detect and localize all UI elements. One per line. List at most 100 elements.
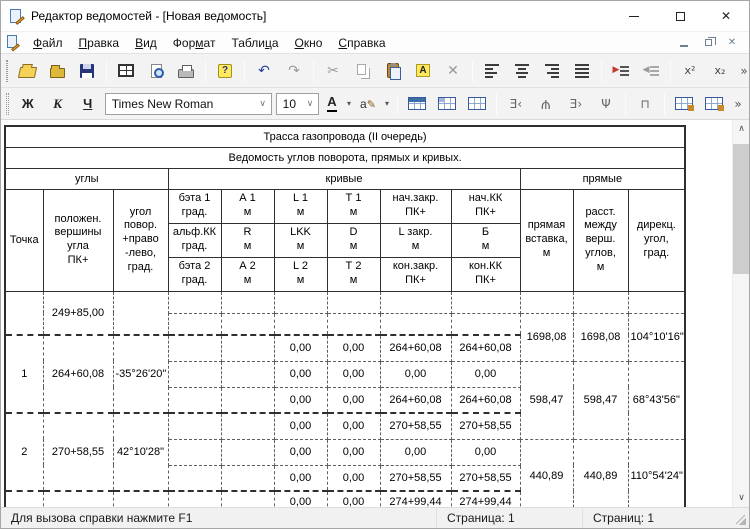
header-cell[interactable]: бэта 1 град. <box>168 189 221 223</box>
cell-point[interactable] <box>5 491 43 507</box>
header-cell[interactable]: А 2 м <box>221 257 274 291</box>
cell-straight-distance[interactable] <box>573 291 628 313</box>
cell-angle[interactable]: -35°26'20" <box>113 335 168 413</box>
cell-angle[interactable] <box>113 491 168 507</box>
align-right-button[interactable] <box>537 58 567 84</box>
undo-button[interactable]: ↶ <box>249 58 279 84</box>
cell-straight-direction[interactable]: 104°10'16" <box>628 313 685 361</box>
data-cell[interactable] <box>221 491 274 507</box>
data-cell[interactable]: 270+58,55 <box>380 465 451 491</box>
header-cell[interactable]: Б м <box>451 223 520 257</box>
header-cell[interactable]: кон.закр. ПК+ <box>380 257 451 291</box>
table-subtitle[interactable]: Ведомость углов поворота, прямых и кривы… <box>5 147 685 168</box>
cell-point[interactable]: 2 <box>5 413 43 491</box>
header-cell[interactable]: нач.КК ПК+ <box>451 189 520 223</box>
mdi-minimize-button[interactable] <box>677 36 691 50</box>
cell-straight-distance[interactable]: 440,89 <box>573 439 628 507</box>
redo-button[interactable]: ↷ <box>279 58 309 84</box>
menu-view[interactable]: Вид <box>127 33 165 53</box>
data-cell[interactable]: 0,00 <box>274 465 327 491</box>
toolbar-drag-handle[interactable] <box>6 60 8 82</box>
header-cell[interactable]: Т 2 м <box>327 257 380 291</box>
cell-angle[interactable] <box>113 291 168 335</box>
font-name-combobox[interactable]: Times New Roman ∨ <box>105 93 272 115</box>
insert-row-below-button[interactable] <box>699 91 729 117</box>
superscript-button[interactable]: x² <box>675 58 705 84</box>
menu-table[interactable]: Таблица <box>223 33 286 53</box>
header-cell[interactable]: L закр. м <box>380 223 451 257</box>
data-cell[interactable]: 270+58,55 <box>451 465 520 491</box>
delete-button[interactable]: ✕ <box>438 58 468 84</box>
vertical-scrollbar[interactable]: ∧ ∨ <box>732 120 749 507</box>
mdi-restore-button[interactable] <box>701 36 715 50</box>
align-justify-button[interactable] <box>567 58 597 84</box>
maximize-button[interactable] <box>657 1 703 31</box>
close-button[interactable]: ✕ <box>703 1 749 31</box>
cell-position[interactable]: 270+58,55 <box>43 413 113 491</box>
menu-format[interactable]: Формат <box>165 33 224 53</box>
data-cell[interactable] <box>327 313 380 335</box>
cell-straight-direction[interactable] <box>628 291 685 313</box>
border-pencil-button[interactable]: a✎ <box>355 91 381 117</box>
data-cell[interactable]: 274+99,44 <box>380 491 451 507</box>
header-cell[interactable]: D м <box>327 223 380 257</box>
data-cell[interactable]: 0,00 <box>274 387 327 413</box>
data-cell[interactable]: 0,00 <box>327 335 380 361</box>
data-cell[interactable] <box>168 439 221 465</box>
header-vertex-distance[interactable]: расст. между верш. углов, м <box>573 189 628 291</box>
data-cell[interactable]: 264+60,08 <box>380 387 451 413</box>
open-template-button[interactable] <box>42 58 72 84</box>
data-cell[interactable]: 274+99,44 <box>451 491 520 507</box>
italic-button[interactable]: К <box>43 91 73 117</box>
open-button[interactable] <box>12 58 42 84</box>
data-cell[interactable]: 270+58,55 <box>451 413 520 439</box>
find-replace-button[interactable]: A <box>408 58 438 84</box>
grid-view-button[interactable] <box>111 58 141 84</box>
data-cell[interactable]: 264+60,08 <box>451 335 520 361</box>
data-cell[interactable]: 0,00 <box>327 465 380 491</box>
data-cell[interactable] <box>221 465 274 491</box>
font-color-dropdown[interactable]: ▾ <box>343 91 355 117</box>
cell-straight-insert[interactable]: 440,89 <box>520 439 573 507</box>
toolbar-drag-handle[interactable] <box>6 93 9 115</box>
data-cell[interactable]: 0,00 <box>274 335 327 361</box>
data-cell[interactable] <box>221 413 274 439</box>
insert-table-button[interactable] <box>402 91 432 117</box>
data-cell[interactable] <box>221 313 274 335</box>
cell-straight-direction[interactable]: 110°54'24" <box>628 439 685 507</box>
header-cell[interactable]: нач.закр. ПК+ <box>380 189 451 223</box>
align-center-button[interactable] <box>507 58 537 84</box>
cell-straight-distance[interactable]: 1698,08 <box>573 313 628 361</box>
print-button[interactable] <box>171 58 201 84</box>
menu-file[interactable]: Файл <box>25 33 71 53</box>
insert-row-above-button[interactable] <box>669 91 699 117</box>
align-left-button[interactable] <box>477 58 507 84</box>
format-toolbar-overflow-button[interactable]: » <box>729 91 747 117</box>
header-vertex-position[interactable]: положен. вершины угла ПК+ <box>43 189 113 291</box>
table-grid-button[interactable] <box>462 91 492 117</box>
group-angles[interactable]: углы <box>5 168 168 189</box>
data-cell[interactable] <box>168 291 221 313</box>
scroll-up-button[interactable]: ∧ <box>733 120 749 138</box>
cut-button[interactable]: ✂ <box>318 58 348 84</box>
data-cell[interactable]: 0,00 <box>380 439 451 465</box>
subscript-button[interactable]: x₂ <box>705 58 735 84</box>
data-cell[interactable] <box>327 291 380 313</box>
header-cell[interactable]: L 1 м <box>274 189 327 223</box>
data-cell[interactable] <box>168 387 221 413</box>
data-cell[interactable]: 0,00 <box>451 361 520 387</box>
header-point[interactable]: Точка <box>5 189 43 291</box>
data-cell[interactable] <box>221 387 274 413</box>
data-cell[interactable] <box>221 439 274 465</box>
table-header-button[interactable] <box>432 91 462 117</box>
data-cell[interactable] <box>451 313 520 335</box>
cell-straight-insert[interactable]: 598,47 <box>520 361 573 439</box>
data-cell[interactable] <box>451 291 520 313</box>
data-cell[interactable]: 270+58,55 <box>380 413 451 439</box>
cell-point[interactable]: 1 <box>5 335 43 413</box>
group-curves[interactable]: кривые <box>168 168 520 189</box>
print-preview-button[interactable] <box>141 58 171 84</box>
header-cell[interactable]: кон.КК ПК+ <box>451 257 520 291</box>
header-cell[interactable]: бэта 2 град. <box>168 257 221 291</box>
data-cell[interactable]: 0,00 <box>327 361 380 387</box>
